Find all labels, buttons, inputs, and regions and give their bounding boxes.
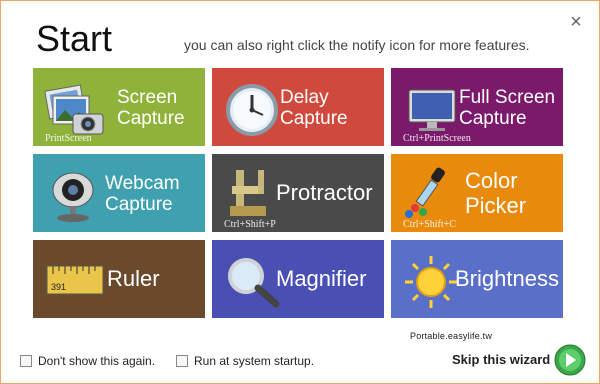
dont-show-checkbox[interactable]	[20, 355, 32, 367]
ruler-icon-text: 391	[51, 282, 66, 292]
tile-label: Full Screen Capture	[459, 87, 556, 129]
tile-label: Ruler	[107, 266, 160, 291]
full-screen-capture-tile[interactable]: Full Screen Capture Ctrl+PrintScreen	[391, 68, 563, 146]
close-icon[interactable]: ×	[568, 12, 584, 32]
tile-label: Webcam Capture	[105, 173, 180, 215]
webcam-icon	[52, 172, 94, 222]
brightness-tile[interactable]: Brightness	[391, 240, 563, 318]
watermark-text: Portable.easylife.tw	[410, 331, 493, 341]
protractor-tile[interactable]: Protractor Ctrl+Shift+P	[212, 154, 384, 232]
skip-wizard-link[interactable]: Skip this wizard	[452, 352, 550, 367]
tile-label: Delay Capture	[280, 87, 348, 129]
run-startup-checkbox-row[interactable]: Run at system startup.	[176, 354, 314, 368]
tile-label: Screen Capture	[117, 87, 185, 129]
photos-camera-icon	[44, 84, 104, 135]
tile-label: Color Picker	[465, 168, 527, 218]
monitor-icon	[408, 89, 456, 131]
page-subtitle: you can also right click the notify icon…	[184, 37, 530, 53]
webcam-capture-tile[interactable]: Webcam Capture	[33, 154, 205, 232]
tile-label: Brightness	[455, 266, 559, 291]
eyedropper-icon	[405, 167, 445, 218]
next-arrow-icon[interactable]	[554, 344, 586, 376]
tile-label: Protractor	[276, 180, 373, 205]
tile-label: Magnifier	[276, 266, 367, 291]
delay-capture-tile[interactable]: Delay Capture	[212, 68, 384, 146]
hotkey-label: Ctrl+PrintScreen	[403, 133, 471, 144]
screen-capture-tile[interactable]: Screen Capture PrintScreen	[33, 68, 205, 146]
hotkey-label: Ctrl+Shift+P	[224, 219, 276, 230]
dont-show-label: Don't show this again.	[38, 354, 156, 368]
ruler-icon: 391	[46, 265, 104, 295]
page-title: Start	[36, 18, 113, 59]
color-picker-tile[interactable]: Color Picker Ctrl+Shift+C	[391, 154, 563, 232]
clock-icon	[226, 84, 278, 136]
hotkey-label: Ctrl+Shift+C	[403, 219, 456, 230]
ruler-tile[interactable]: 391 Ruler	[33, 240, 205, 318]
magnifier-tile[interactable]: Magnifier	[212, 240, 384, 318]
run-startup-checkbox[interactable]	[176, 355, 188, 367]
run-startup-label: Run at system startup.	[194, 354, 315, 368]
dont-show-checkbox-row[interactable]: Don't show this again.	[20, 354, 155, 368]
hotkey-label: PrintScreen	[45, 133, 92, 144]
